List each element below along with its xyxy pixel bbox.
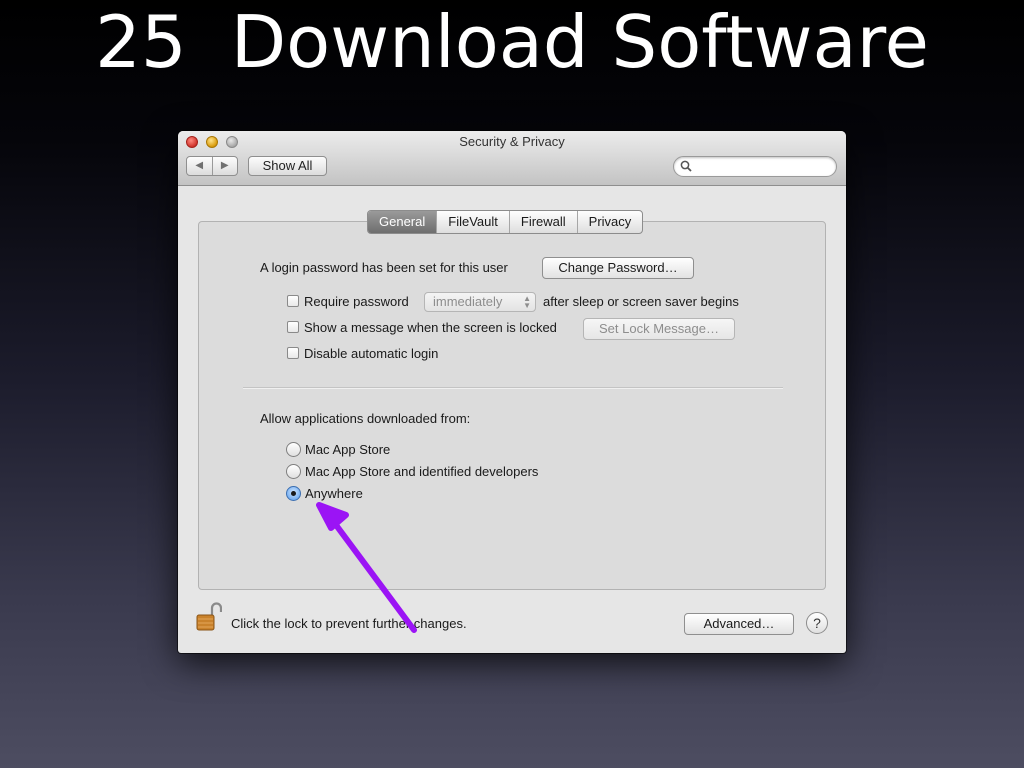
require-password-label: Require password	[304, 294, 409, 309]
window-title: Security & Privacy	[459, 134, 565, 149]
advanced-button[interactable]: Advanced…	[684, 613, 794, 635]
login-password-text: A login password has been set for this u…	[260, 260, 508, 275]
require-password-delay-select[interactable]: immediately ▲ ▼	[424, 292, 536, 312]
set-lock-message-button[interactable]: Set Lock Message…	[583, 318, 735, 340]
slide-heading: Download Software	[230, 0, 929, 84]
back-arrow-icon[interactable]: ◀	[187, 157, 213, 175]
search-icon	[680, 160, 692, 172]
show-all-button[interactable]: Show All	[248, 156, 327, 176]
radio-identified-developers[interactable]	[286, 464, 301, 479]
tab-filevault[interactable]: FileVault	[436, 211, 509, 233]
search-field[interactable]	[673, 156, 837, 177]
forward-arrow-icon[interactable]: ▶	[213, 157, 238, 175]
radio-identified-developers-label: Mac App Store and identified developers	[305, 464, 539, 479]
require-password-checkbox[interactable]	[287, 295, 299, 307]
show-message-checkbox[interactable]	[287, 321, 299, 333]
help-button[interactable]: ?	[806, 612, 828, 634]
section-divider	[243, 387, 783, 389]
slide-title: 25 Download Software	[0, 0, 1024, 90]
select-arrows-icon: ▲ ▼	[523, 294, 531, 310]
tab-bar: General FileVault Firewall Privacy	[367, 210, 644, 234]
tab-general[interactable]: General	[368, 211, 437, 233]
search-input[interactable]	[696, 158, 830, 176]
lock-status-text: Click the lock to prevent further change…	[231, 616, 467, 631]
tab-firewall[interactable]: Firewall	[508, 211, 577, 233]
show-message-label: Show a message when the screen is locked	[304, 320, 557, 335]
radio-mac-app-store[interactable]	[286, 442, 301, 457]
open-padlock-icon[interactable]	[196, 601, 222, 633]
tab-privacy[interactable]: Privacy	[576, 211, 643, 233]
radio-anywhere-label: Anywhere	[305, 486, 363, 501]
allow-apps-heading: Allow applications downloaded from:	[260, 411, 471, 426]
general-tab-panel	[198, 221, 826, 590]
disable-auto-login-checkbox[interactable]	[287, 347, 299, 359]
back-forward-control: ◀ ▶	[186, 156, 238, 176]
require-password-delay-value: immediately	[433, 294, 503, 309]
security-privacy-window: Security & Privacy ◀ ▶ Show All General …	[178, 131, 846, 653]
change-password-button[interactable]: Change Password…	[542, 257, 694, 279]
slide-number: 25	[95, 0, 187, 84]
require-password-suffix: after sleep or screen saver begins	[543, 294, 739, 309]
window-titlebar: Security & Privacy ◀ ▶ Show All	[178, 131, 846, 186]
radio-anywhere[interactable]	[286, 486, 301, 501]
radio-mac-app-store-label: Mac App Store	[305, 442, 391, 457]
disable-auto-login-label: Disable automatic login	[304, 346, 439, 361]
